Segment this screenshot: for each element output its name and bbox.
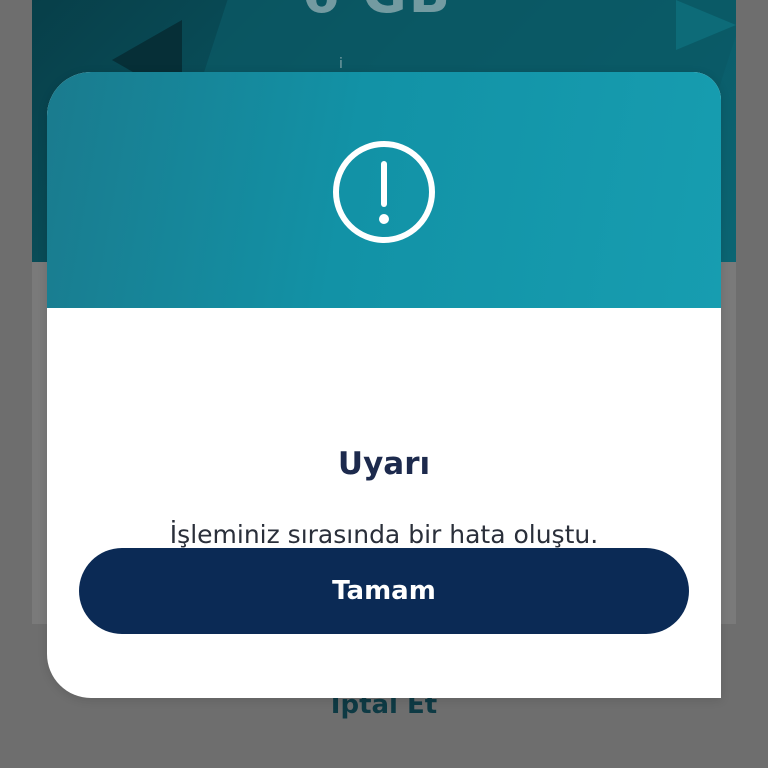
package-amount: 6 GB: [302, 0, 452, 25]
card-decoration: [676, 0, 736, 50]
dialog-header: [47, 72, 721, 308]
alert-circle-icon: [333, 141, 435, 243]
package-subtext: i: [339, 56, 343, 72]
ok-button[interactable]: Tamam: [79, 548, 689, 634]
ok-button-label: Tamam: [332, 576, 436, 606]
dialog-message: İşleminiz sırasında bir hata oluştu.: [169, 520, 599, 549]
dialog-title: Uyarı: [337, 446, 431, 482]
alert-dialog: Uyarı İşleminiz sırasında bir hata oluşt…: [47, 72, 721, 698]
